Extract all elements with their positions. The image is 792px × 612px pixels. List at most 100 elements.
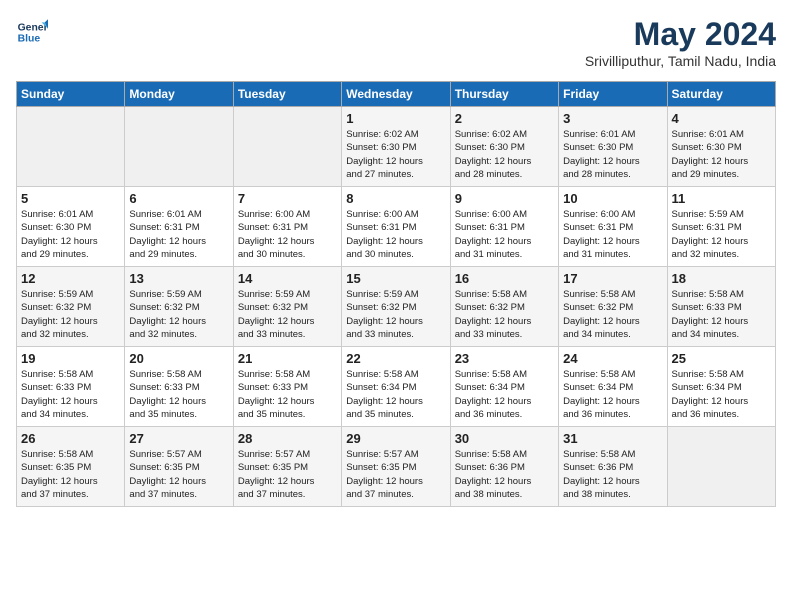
day-number: 6	[129, 191, 228, 206]
calendar-cell: 29 Sunrise: 5:57 AM Sunset: 6:35 PM Dayli…	[342, 427, 450, 507]
calendar-cell: 11Sunrise: 5:59 AM Sunset: 6:31 PM Dayli…	[667, 187, 775, 267]
calendar-week-row: 26 Sunrise: 5:58 AM Sunset: 6:35 PM Dayli…	[17, 427, 776, 507]
calendar-cell: 6 Sunrise: 6:01 AM Sunset: 6:31 PM Daylig…	[125, 187, 233, 267]
day-number: 25	[672, 351, 771, 366]
logo: General Blue	[16, 16, 48, 48]
calendar-cell: 14Sunrise: 5:59 AM Sunset: 6:32 PM Dayli…	[233, 267, 341, 347]
logo-icon: General Blue	[16, 16, 48, 48]
day-number: 4	[672, 111, 771, 126]
day-number: 3	[563, 111, 662, 126]
day-info: Sunrise: 5:58 AM Sunset: 6:32 PM Dayligh…	[455, 288, 554, 341]
day-info: Sunrise: 5:57 AM Sunset: 6:35 PM Dayligh…	[238, 448, 337, 501]
day-number: 21	[238, 351, 337, 366]
calendar-cell: 30 Sunrise: 5:58 AM Sunset: 6:36 PM Dayli…	[450, 427, 558, 507]
calendar-cell: 20 Sunrise: 5:58 AM Sunset: 6:33 PM Dayli…	[125, 347, 233, 427]
page-header: General Blue May 2024 Srivilliputhur, Ta…	[16, 16, 776, 69]
day-number: 5	[21, 191, 120, 206]
calendar-cell: 7Sunrise: 6:00 AM Sunset: 6:31 PM Daylig…	[233, 187, 341, 267]
day-number: 10	[563, 191, 662, 206]
calendar-cell: 15Sunrise: 5:59 AM Sunset: 6:32 PM Dayli…	[342, 267, 450, 347]
day-number: 31	[563, 431, 662, 446]
calendar-week-row: 1 Sunrise: 6:02 AM Sunset: 6:30 PM Daylig…	[17, 107, 776, 187]
day-number: 19	[21, 351, 120, 366]
weekday-header-thursday: Thursday	[450, 82, 558, 107]
day-number: 20	[129, 351, 228, 366]
day-number: 27	[129, 431, 228, 446]
calendar-cell	[233, 107, 341, 187]
day-info: Sunrise: 5:59 AM Sunset: 6:32 PM Dayligh…	[21, 288, 120, 341]
day-info: Sunrise: 6:00 AM Sunset: 6:31 PM Dayligh…	[563, 208, 662, 261]
calendar-table: SundayMondayTuesdayWednesdayThursdayFrid…	[16, 81, 776, 507]
calendar-cell: 12 Sunrise: 5:59 AM Sunset: 6:32 PM Dayli…	[17, 267, 125, 347]
calendar-cell: 8Sunrise: 6:00 AM Sunset: 6:31 PM Daylig…	[342, 187, 450, 267]
day-number: 7	[238, 191, 337, 206]
day-number: 16	[455, 271, 554, 286]
calendar-cell: 28 Sunrise: 5:57 AM Sunset: 6:35 PM Dayli…	[233, 427, 341, 507]
day-number: 22	[346, 351, 445, 366]
calendar-cell: 25 Sunrise: 5:58 AM Sunset: 6:34 PM Dayli…	[667, 347, 775, 427]
day-number: 28	[238, 431, 337, 446]
day-number: 24	[563, 351, 662, 366]
calendar-cell: 1 Sunrise: 6:02 AM Sunset: 6:30 PM Daylig…	[342, 107, 450, 187]
calendar-cell: 27Sunrise: 5:57 AM Sunset: 6:35 PM Dayli…	[125, 427, 233, 507]
day-info: Sunrise: 5:58 AM Sunset: 6:33 PM Dayligh…	[129, 368, 228, 421]
day-number: 9	[455, 191, 554, 206]
calendar-cell	[667, 427, 775, 507]
calendar-cell: 5 Sunrise: 6:01 AM Sunset: 6:30 PM Daylig…	[17, 187, 125, 267]
weekday-header-friday: Friday	[559, 82, 667, 107]
day-info: Sunrise: 5:58 AM Sunset: 6:34 PM Dayligh…	[563, 368, 662, 421]
day-number: 23	[455, 351, 554, 366]
day-info: Sunrise: 6:02 AM Sunset: 6:30 PM Dayligh…	[346, 128, 445, 181]
title-block: May 2024 Srivilliputhur, Tamil Nadu, Ind…	[585, 16, 776, 69]
day-info: Sunrise: 5:58 AM Sunset: 6:33 PM Dayligh…	[672, 288, 771, 341]
day-info: Sunrise: 6:01 AM Sunset: 6:30 PM Dayligh…	[21, 208, 120, 261]
day-info: Sunrise: 5:58 AM Sunset: 6:34 PM Dayligh…	[455, 368, 554, 421]
calendar-cell: 31 Sunrise: 5:58 AM Sunset: 6:36 PM Dayli…	[559, 427, 667, 507]
day-info: Sunrise: 5:58 AM Sunset: 6:34 PM Dayligh…	[672, 368, 771, 421]
calendar-cell: 23 Sunrise: 5:58 AM Sunset: 6:34 PM Dayli…	[450, 347, 558, 427]
weekday-header-monday: Monday	[125, 82, 233, 107]
day-info: Sunrise: 5:58 AM Sunset: 6:32 PM Dayligh…	[563, 288, 662, 341]
day-info: Sunrise: 5:58 AM Sunset: 6:36 PM Dayligh…	[455, 448, 554, 501]
day-info: Sunrise: 5:58 AM Sunset: 6:34 PM Dayligh…	[346, 368, 445, 421]
calendar-cell: 18Sunrise: 5:58 AM Sunset: 6:33 PM Dayli…	[667, 267, 775, 347]
calendar-cell: 16 Sunrise: 5:58 AM Sunset: 6:32 PM Dayli…	[450, 267, 558, 347]
calendar-week-row: 19 Sunrise: 5:58 AM Sunset: 6:33 PM Dayli…	[17, 347, 776, 427]
day-info: Sunrise: 5:58 AM Sunset: 6:33 PM Dayligh…	[21, 368, 120, 421]
day-info: Sunrise: 6:01 AM Sunset: 6:30 PM Dayligh…	[563, 128, 662, 181]
day-number: 2	[455, 111, 554, 126]
calendar-cell	[125, 107, 233, 187]
day-info: Sunrise: 5:58 AM Sunset: 6:36 PM Dayligh…	[563, 448, 662, 501]
day-info: Sunrise: 6:01 AM Sunset: 6:30 PM Dayligh…	[672, 128, 771, 181]
day-number: 12	[21, 271, 120, 286]
day-info: Sunrise: 5:59 AM Sunset: 6:32 PM Dayligh…	[238, 288, 337, 341]
day-number: 1	[346, 111, 445, 126]
day-info: Sunrise: 5:59 AM Sunset: 6:32 PM Dayligh…	[129, 288, 228, 341]
day-info: Sunrise: 5:58 AM Sunset: 6:35 PM Dayligh…	[21, 448, 120, 501]
calendar-cell: 3 Sunrise: 6:01 AM Sunset: 6:30 PM Daylig…	[559, 107, 667, 187]
calendar-cell: 19 Sunrise: 5:58 AM Sunset: 6:33 PM Dayli…	[17, 347, 125, 427]
day-info: Sunrise: 6:02 AM Sunset: 6:30 PM Dayligh…	[455, 128, 554, 181]
calendar-cell: 9 Sunrise: 6:00 AM Sunset: 6:31 PM Daylig…	[450, 187, 558, 267]
day-number: 29	[346, 431, 445, 446]
weekday-header-tuesday: Tuesday	[233, 82, 341, 107]
calendar-cell: 21Sunrise: 5:58 AM Sunset: 6:33 PM Dayli…	[233, 347, 341, 427]
weekday-header-row: SundayMondayTuesdayWednesdayThursdayFrid…	[17, 82, 776, 107]
day-number: 15	[346, 271, 445, 286]
day-info: Sunrise: 5:59 AM Sunset: 6:31 PM Dayligh…	[672, 208, 771, 261]
location-title: Srivilliputhur, Tamil Nadu, India	[585, 53, 776, 69]
calendar-cell: 2 Sunrise: 6:02 AM Sunset: 6:30 PM Daylig…	[450, 107, 558, 187]
calendar-cell	[17, 107, 125, 187]
calendar-week-row: 12 Sunrise: 5:59 AM Sunset: 6:32 PM Dayli…	[17, 267, 776, 347]
month-title: May 2024	[585, 16, 776, 53]
calendar-week-row: 5 Sunrise: 6:01 AM Sunset: 6:30 PM Daylig…	[17, 187, 776, 267]
day-number: 30	[455, 431, 554, 446]
day-info: Sunrise: 5:57 AM Sunset: 6:35 PM Dayligh…	[346, 448, 445, 501]
day-number: 13	[129, 271, 228, 286]
calendar-cell: 13 Sunrise: 5:59 AM Sunset: 6:32 PM Dayli…	[125, 267, 233, 347]
day-info: Sunrise: 6:01 AM Sunset: 6:31 PM Dayligh…	[129, 208, 228, 261]
calendar-cell: 10 Sunrise: 6:00 AM Sunset: 6:31 PM Dayli…	[559, 187, 667, 267]
day-info: Sunrise: 6:00 AM Sunset: 6:31 PM Dayligh…	[455, 208, 554, 261]
day-number: 17	[563, 271, 662, 286]
day-number: 26	[21, 431, 120, 446]
